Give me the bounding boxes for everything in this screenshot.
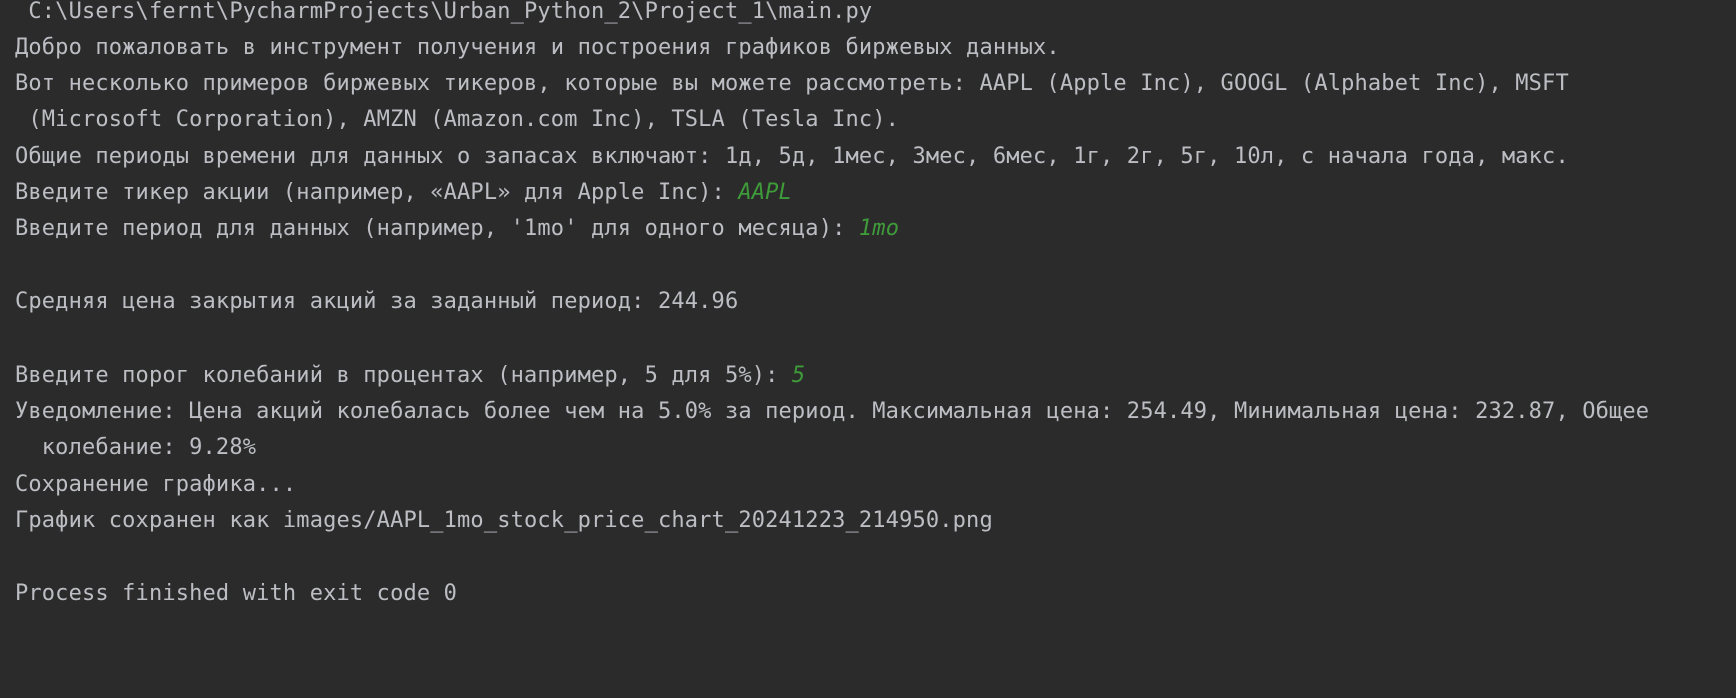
ticker-prompt: Введите тикер акции (например, «AAPL» дл… xyxy=(15,180,739,205)
period-prompt: Введите период для данных (например, '1m… xyxy=(15,216,859,241)
welcome-line: Добро пожаловать в инструмент получения … xyxy=(15,35,1060,60)
tickers-line-2: (Microsoft Corporation), AMZN (Amazon.co… xyxy=(15,107,900,132)
saving-line: Сохранение графика... xyxy=(15,472,297,497)
tickers-line-1: Вот несколько примеров биржевых тикеров,… xyxy=(15,71,1569,96)
period-user-input: 1mo xyxy=(858,216,900,241)
exit-code-line: Process finished with exit code 0 xyxy=(15,581,458,606)
command-path-line: C:\Users\fernt\PycharmProjects\Urban_Pyt… xyxy=(15,0,873,24)
periods-line: Общие периоды времени для данных о запас… xyxy=(15,144,1569,169)
threshold-user-input: 5 xyxy=(791,363,806,388)
ticker-user-input: AAPL xyxy=(738,180,792,205)
ticker-prompt-line: Введите тикер акции (например, «AAPL» дл… xyxy=(15,179,792,207)
average-price-line: Средняя цена закрытия акций за заданный … xyxy=(15,289,739,314)
notice-line-1: Уведомление: Цена акций колебалась более… xyxy=(15,399,1650,424)
saved-path-line: График сохранен как images/AAPL_1mo_stoc… xyxy=(15,508,993,533)
notice-line-2: колебание: 9.28% xyxy=(15,435,257,460)
run-console-output[interactable]: C:\Users\fernt\PycharmProjects\Urban_Pyt… xyxy=(0,0,1736,698)
period-prompt-line: Введите период для данных (например, '1m… xyxy=(15,215,899,243)
threshold-prompt: Введите порог колебаний в процентах (нап… xyxy=(15,363,792,388)
threshold-prompt-line: Введите порог колебаний в процентах (нап… xyxy=(15,362,805,390)
